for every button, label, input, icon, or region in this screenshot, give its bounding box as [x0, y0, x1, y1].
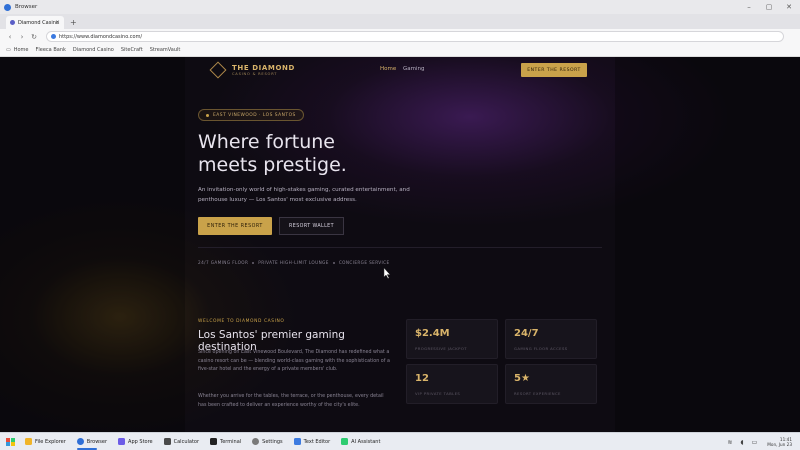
folder-icon [25, 438, 32, 445]
about-eyebrow: WELCOME TO DIAMOND CASINO [198, 319, 285, 324]
about-paragraph: Whether you arrive for the tables, the t… [198, 394, 384, 408]
browser-toolbar: ‹ › ↻ https://www.diamondcasino.com/ [0, 29, 800, 44]
site-logo[interactable]: THE DIAMOND CASINO & RESORT [232, 64, 295, 76]
address-bar[interactable]: https://www.diamondcasino.com/ [46, 31, 784, 42]
hero-lead: An invitation-only world of high-stakes … [198, 187, 410, 203]
taskbar-terminal[interactable]: Terminal [210, 433, 241, 450]
nav-home-link[interactable]: Home [380, 66, 396, 72]
resort-wallet-button[interactable]: RESORT WALLET [279, 217, 344, 235]
wifi-icon[interactable]: ≋ [727, 439, 732, 446]
stat-card-tables: 12 VIP PRIVATE TABLES [406, 364, 498, 404]
bookmark-fleeca-bank[interactable]: Fleeca Bank [36, 47, 66, 53]
forward-icon[interactable]: › [16, 33, 28, 41]
hero-divider [198, 247, 602, 248]
stat-card-experience: 5★ RESORT EXPERIENCE [505, 364, 597, 404]
badge-dot-icon [206, 113, 209, 117]
badge-text: EAST VINEWOOD · LOS SANTOS [213, 112, 296, 118]
bookmark-diamond-casino[interactable]: Diamond Casino [73, 47, 114, 53]
maximize-button[interactable]: ▢ [760, 0, 778, 14]
feature-item: PRIVATE HIGH-LIMIT LOUNGE [258, 260, 329, 265]
taskbar-text-editor[interactable]: Text Editor [293, 433, 330, 450]
bookmark-folder-icon: ▭ [6, 47, 11, 53]
taskbar-app-store[interactable]: App Store [118, 433, 153, 450]
taskbar-calculator[interactable]: Calculator [163, 433, 199, 450]
store-icon [118, 438, 126, 445]
browser-app-icon [4, 3, 11, 11]
back-icon[interactable]: ‹ [4, 33, 16, 41]
tab-bar: Diamond Casino × + [0, 14, 800, 29]
battery-icon[interactable]: ▭ [752, 439, 758, 446]
about-paragraph: Since opening on East Vinewood Boulevard… [198, 350, 390, 372]
url-text[interactable]: https://www.diamondcasino.com/ [59, 34, 142, 40]
nav-gaming-link[interactable]: Gaming [403, 66, 425, 72]
taskbar-browser[interactable]: Browser [76, 433, 107, 450]
site-info-icon[interactable] [51, 34, 56, 39]
new-tab-button[interactable]: + [70, 18, 77, 27]
close-window-button[interactable]: ✕ [780, 0, 798, 14]
feature-item: 24/7 GAMING FLOOR [198, 260, 249, 265]
bookmark-home[interactable]: Home [14, 47, 29, 53]
feature-item: CONCIERGE SERVICE [338, 260, 390, 265]
enter-resort-button[interactable]: ENTER THE RESORT [198, 217, 272, 235]
location-badge: EAST VINEWOOD · LOS SANTOS [198, 109, 304, 121]
mouse-cursor-icon [383, 268, 391, 279]
diamond-logo-icon[interactable] [209, 61, 227, 79]
nav-enter-resort-button[interactable]: ENTER THE RESORT [521, 63, 587, 77]
tab-diamond-casino[interactable]: Diamond Casino × [6, 16, 64, 29]
close-tab-icon[interactable]: × [55, 19, 60, 26]
stat-card-jackpot: $2.4M PROGRESSIVE JACKPOT [406, 319, 498, 359]
text-editor-icon [293, 438, 301, 445]
gear-icon [252, 438, 260, 445]
taskbar-file-explorer[interactable]: File Explorer [25, 433, 66, 450]
logo-subtitle: CASINO & RESORT [232, 72, 278, 76]
calculator-icon [163, 438, 171, 445]
system-tray: ≋ ◖ ▭ 11:41 Mon, Jun 23 [719, 433, 792, 450]
clock-date: Mon, Jun 23 [767, 442, 792, 447]
start-menu-icon[interactable] [6, 437, 15, 446]
window-title: Browser [15, 4, 38, 10]
ai-assistant-icon [341, 438, 349, 445]
bookmark-sitecraft[interactable]: SiteCraft [121, 47, 143, 53]
taskbar-settings[interactable]: Settings [252, 433, 283, 450]
reload-icon[interactable]: ↻ [28, 33, 40, 41]
tab-label: Diamond Casino [18, 19, 59, 26]
site-nav: THE DIAMOND CASINO & RESORT Home Gaming … [198, 57, 602, 83]
volume-icon[interactable]: ◖ [740, 439, 743, 446]
taskbar-ai-assistant[interactable]: AI Assistant [341, 433, 380, 450]
bookmarks-bar: ▭ Home Fleeca Bank Diamond Casino SiteCr… [0, 44, 800, 57]
taskbar: File Explorer Browser App Store Calculat… [0, 432, 800, 450]
stat-card-access: 24/7 GAMING FLOOR ACCESS [505, 319, 597, 359]
bookmark-streamvault[interactable]: StreamVault [150, 47, 181, 53]
page-viewport: THE DIAMOND CASINO & RESORT Home Gaming … [0, 57, 800, 432]
terminal-icon [210, 438, 218, 445]
favicon-icon [10, 20, 15, 25]
hero-title: Where fortune meets prestige. [198, 131, 347, 176]
clock[interactable]: 11:41 Mon, Jun 23 [767, 437, 792, 448]
window-titlebar: Browser – ▢ ✕ [0, 0, 800, 14]
minimize-button[interactable]: – [740, 0, 758, 14]
hero-features: 24/7 GAMING FLOOR PRIVATE HIGH-LIMIT LOU… [198, 260, 390, 265]
logo-title: THE DIAMOND [232, 64, 295, 72]
browser-icon [76, 438, 84, 445]
